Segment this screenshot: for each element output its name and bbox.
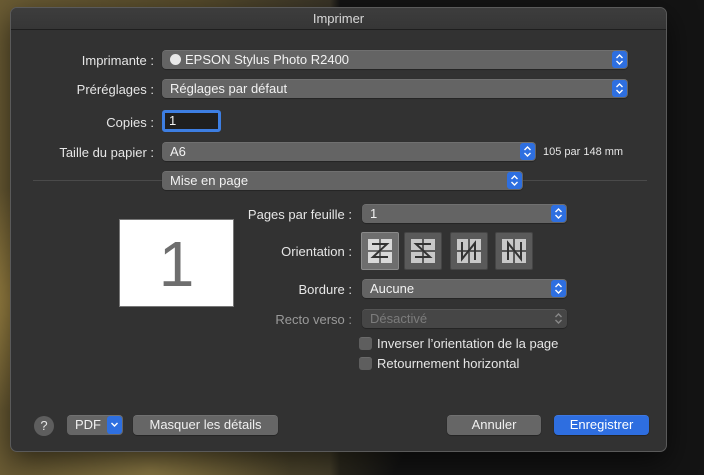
- orientation-n-right-icon: [502, 239, 526, 263]
- pages-per-sheet-value: 1: [370, 206, 378, 221]
- pages-per-sheet-select[interactable]: 1: [362, 204, 567, 223]
- paper-size-value: A6: [170, 144, 186, 159]
- copies-input[interactable]: 1: [162, 110, 221, 132]
- orientation-n-right-button[interactable]: [495, 232, 533, 270]
- orientation-z-right-button[interactable]: [404, 232, 442, 270]
- orientation-z-left-icon: [368, 239, 392, 263]
- chevron-updown-icon: [551, 280, 566, 297]
- pages-per-sheet-label: Pages par feuille :: [247, 207, 352, 222]
- flip-horizontal-label: Retournement horizontal: [377, 356, 520, 371]
- presets-label: Préréglages :: [76, 82, 154, 97]
- border-value: Aucune: [370, 281, 415, 296]
- presets-select[interactable]: Réglages par défaut: [162, 79, 628, 98]
- chevron-updown-icon: [551, 310, 566, 327]
- copies-label: Copies :: [106, 115, 154, 130]
- section-value: Mise en page: [170, 173, 249, 188]
- border-select[interactable]: Aucune: [362, 279, 567, 298]
- reverse-orientation-label: Inverser l’orientation de la page: [377, 336, 559, 351]
- printer-label: Imprimante :: [81, 53, 154, 68]
- chevron-down-icon: [107, 416, 122, 434]
- chevron-updown-icon: [612, 51, 627, 68]
- two-sided-select[interactable]: Désactivé: [362, 309, 567, 328]
- printer-value: EPSON Stylus Photo R2400: [185, 52, 350, 67]
- reverse-orientation-checkbox[interactable]: [359, 337, 372, 350]
- two-sided-value: Désactivé: [370, 311, 428, 326]
- section-select[interactable]: Mise en page: [162, 171, 523, 190]
- flip-horizontal-checkbox[interactable]: [359, 357, 372, 370]
- help-button[interactable]: ?: [34, 416, 54, 436]
- chevron-updown-icon: [551, 205, 566, 222]
- chevron-updown-icon: [507, 172, 522, 189]
- printer-select[interactable]: EPSON Stylus Photo R2400: [162, 50, 628, 69]
- orientation-z-right-icon: [411, 239, 435, 263]
- orientation-n-left-button[interactable]: [450, 232, 488, 270]
- paper-dimensions: 105 par 148 mm: [543, 146, 624, 158]
- dialog-title: Imprimer: [11, 8, 666, 30]
- orientation-z-left-button[interactable]: [361, 232, 399, 270]
- chevron-updown-icon: [612, 80, 627, 97]
- paper-size-label: Taille du papier :: [59, 145, 154, 160]
- printer-icon: [170, 54, 181, 65]
- chevron-updown-icon: [520, 143, 535, 160]
- pdf-menu-button[interactable]: PDF: [67, 415, 123, 435]
- border-label: Bordure :: [298, 282, 352, 297]
- cancel-button[interactable]: Annuler: [447, 415, 541, 435]
- orientation-label: Orientation :: [281, 244, 352, 259]
- orientation-n-left-icon: [457, 239, 481, 263]
- print-dialog: Imprimer Imprimante : EPSON Stylus Photo…: [10, 7, 667, 452]
- two-sided-label: Recto verso :: [275, 312, 352, 327]
- hide-details-button[interactable]: Masquer les détails: [133, 415, 278, 435]
- save-button[interactable]: Enregistrer: [554, 415, 649, 435]
- presets-value: Réglages par défaut: [170, 81, 288, 96]
- paper-size-select[interactable]: A6: [162, 142, 536, 161]
- pdf-label: PDF: [75, 417, 101, 432]
